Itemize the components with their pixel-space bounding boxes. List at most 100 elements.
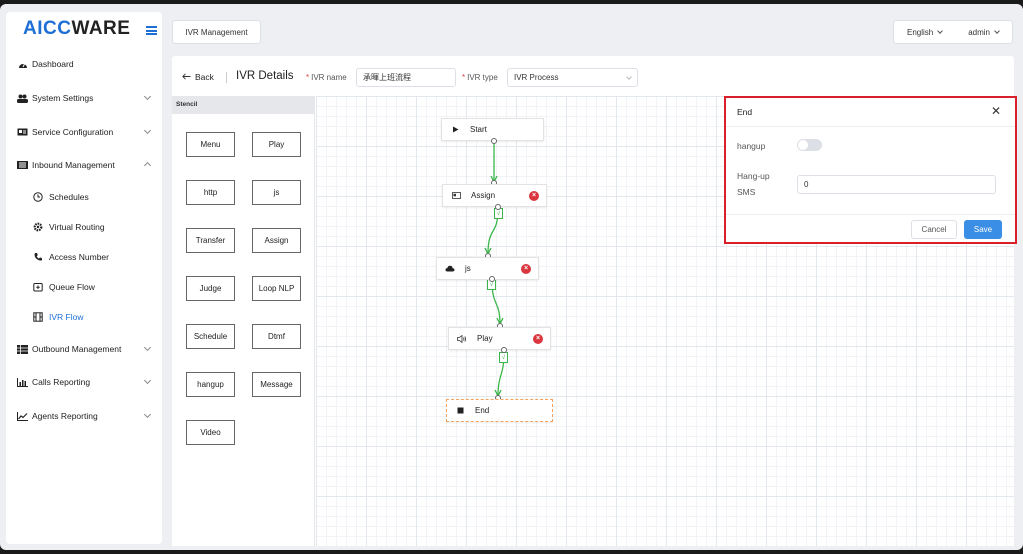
close-icon[interactable]: ✕ [991, 104, 1001, 118]
sidebar-item-label: Dashboard [32, 59, 74, 69]
back-label: Back [195, 72, 214, 82]
node-label: Start [470, 125, 487, 134]
flow-node-end[interactable]: End [446, 399, 553, 422]
user-menu[interactable]: admin [968, 27, 1000, 37]
page-title: IVR Details [236, 70, 294, 82]
stencil-item-dtmf[interactable]: Dtmf [252, 324, 301, 349]
phone-icon [32, 252, 43, 263]
users-icon [17, 93, 28, 103]
language-selector[interactable]: English [907, 28, 944, 37]
stencil-item-menu[interactable]: Menu [186, 132, 235, 157]
output-port[interactable] [501, 347, 507, 353]
chevron-down-icon [937, 28, 944, 34]
sidebar-item-label: Virtual Routing [49, 222, 105, 232]
back-button[interactable]: Back [182, 72, 214, 82]
delete-icon[interactable]: × [529, 191, 539, 201]
stencil-item-play[interactable]: Play [252, 132, 301, 157]
sidebar-item-ivr-flow[interactable]: IVR Flow [6, 307, 162, 327]
ivr-type-value: IVR Process [514, 73, 559, 82]
sidebar-item-agents-reporting[interactable]: Agents Reporting [6, 406, 162, 426]
sidebar-item-access-number[interactable]: Access Number [6, 247, 162, 267]
delete-icon[interactable]: × [521, 264, 531, 274]
sidebar-item-label: Calls Reporting [32, 377, 91, 387]
sidebar-item-label: Access Number [49, 252, 109, 262]
sidebar-item-label: Schedules [49, 192, 89, 202]
stencil-item-video[interactable]: Video [186, 420, 235, 445]
sidebar: AICCWARE Dashboard System Settings Servi… [6, 12, 162, 544]
list-icon [17, 160, 28, 170]
chevron-down-icon [143, 410, 152, 419]
ivr-type-select[interactable]: IVR Process [507, 68, 638, 87]
tab-ivr-management[interactable]: IVR Management [172, 20, 261, 44]
hangup-sms-label: Hang-up SMS [737, 171, 770, 197]
app-window: AICCWARE Dashboard System Settings Servi… [0, 4, 1023, 550]
sidebar-item-system-settings[interactable]: System Settings [6, 88, 162, 108]
stencil-item-loop-nlp[interactable]: Loop NLP [252, 276, 301, 301]
id-card-icon [17, 127, 28, 137]
logo-text: WARE [71, 18, 131, 39]
dialog-divider [726, 214, 1015, 215]
node-label: Assign [471, 191, 496, 200]
arrow-left-icon [182, 72, 191, 82]
edge-label: √ [499, 352, 508, 363]
output-port[interactable] [489, 276, 495, 282]
stencil-item-assign[interactable]: Assign [252, 228, 301, 253]
sidebar-item-outbound-management[interactable]: Outbound Management [6, 339, 162, 359]
stop-icon [455, 407, 465, 414]
menu-toggle-icon[interactable] [146, 26, 157, 35]
stencil-item-hangup[interactable]: hangup [186, 372, 235, 397]
toolbar: Back IVR Details * IVR name 承暉上班流程 * IVR t… [172, 56, 1014, 96]
sidebar-item-queue-flow[interactable]: Queue Flow [6, 277, 162, 297]
stencil-item-message[interactable]: Message [252, 372, 301, 397]
hangup-toggle[interactable] [797, 139, 822, 151]
sidebar-item-label: Queue Flow [49, 282, 95, 292]
gear-icon [32, 222, 43, 233]
top-right-controls: English admin [893, 20, 1013, 44]
inbox-plus-icon [32, 282, 43, 293]
play-icon [450, 126, 460, 133]
output-port[interactable] [491, 138, 497, 144]
ivr-type-label: * IVR type [462, 73, 498, 82]
sidebar-item-label: IVR Flow [49, 312, 84, 322]
logo-text-accent: AICC [23, 18, 72, 39]
stencil-item-transfer[interactable]: Transfer [186, 228, 235, 253]
sidebar-item-schedules[interactable]: Schedules [6, 187, 162, 207]
stencil-header: Stencil [172, 96, 315, 114]
delete-icon[interactable]: × [533, 334, 543, 344]
stencil-item-judge[interactable]: Judge [186, 276, 235, 301]
cancel-button[interactable]: Cancel [911, 220, 957, 239]
sidebar-item-inbound-management[interactable]: Inbound Management [6, 155, 162, 175]
chevron-down-icon [143, 343, 152, 352]
chevron-down-icon [994, 28, 1000, 34]
stencil-item-http[interactable]: http [186, 180, 235, 205]
output-port[interactable] [495, 204, 501, 210]
user-label: admin [968, 27, 990, 37]
flow-node-js[interactable]: js × [436, 257, 539, 280]
flow-node-assign[interactable]: Assign × [442, 184, 547, 207]
node-label: Play [477, 334, 493, 343]
assign-icon [451, 192, 461, 199]
ivr-name-input[interactable]: 承暉上班流程 [356, 68, 456, 87]
toggle-knob [798, 140, 808, 150]
stencil-item-js[interactable]: js [252, 180, 301, 205]
chevron-down-icon [143, 376, 152, 385]
chevron-down-icon [143, 126, 152, 135]
line-chart-icon [17, 411, 28, 421]
sidebar-item-service-configuration[interactable]: Service Configuration [6, 122, 162, 142]
logo: AICCWARE [23, 18, 130, 40]
dashboard-icon [17, 59, 28, 69]
dialog-divider [726, 126, 1015, 127]
speaker-icon [457, 334, 467, 343]
hangup-sms-input[interactable]: 0 [797, 175, 996, 194]
ivr-name-label: * IVR name [306, 73, 347, 82]
sidebar-item-label: Outbound Management [32, 344, 122, 354]
clock-icon [32, 192, 43, 203]
sidebar-item-dashboard[interactable]: Dashboard [6, 54, 162, 74]
sidebar-item-virtual-routing[interactable]: Virtual Routing [6, 217, 162, 237]
sidebar-item-label: Inbound Management [32, 160, 115, 170]
save-button[interactable]: Save [964, 220, 1002, 239]
sidebar-item-calls-reporting[interactable]: Calls Reporting [6, 372, 162, 392]
stencil-item-schedule[interactable]: Schedule [186, 324, 235, 349]
sidebar-item-label: Agents Reporting [32, 411, 98, 421]
flow-node-play[interactable]: Play × [448, 327, 551, 350]
